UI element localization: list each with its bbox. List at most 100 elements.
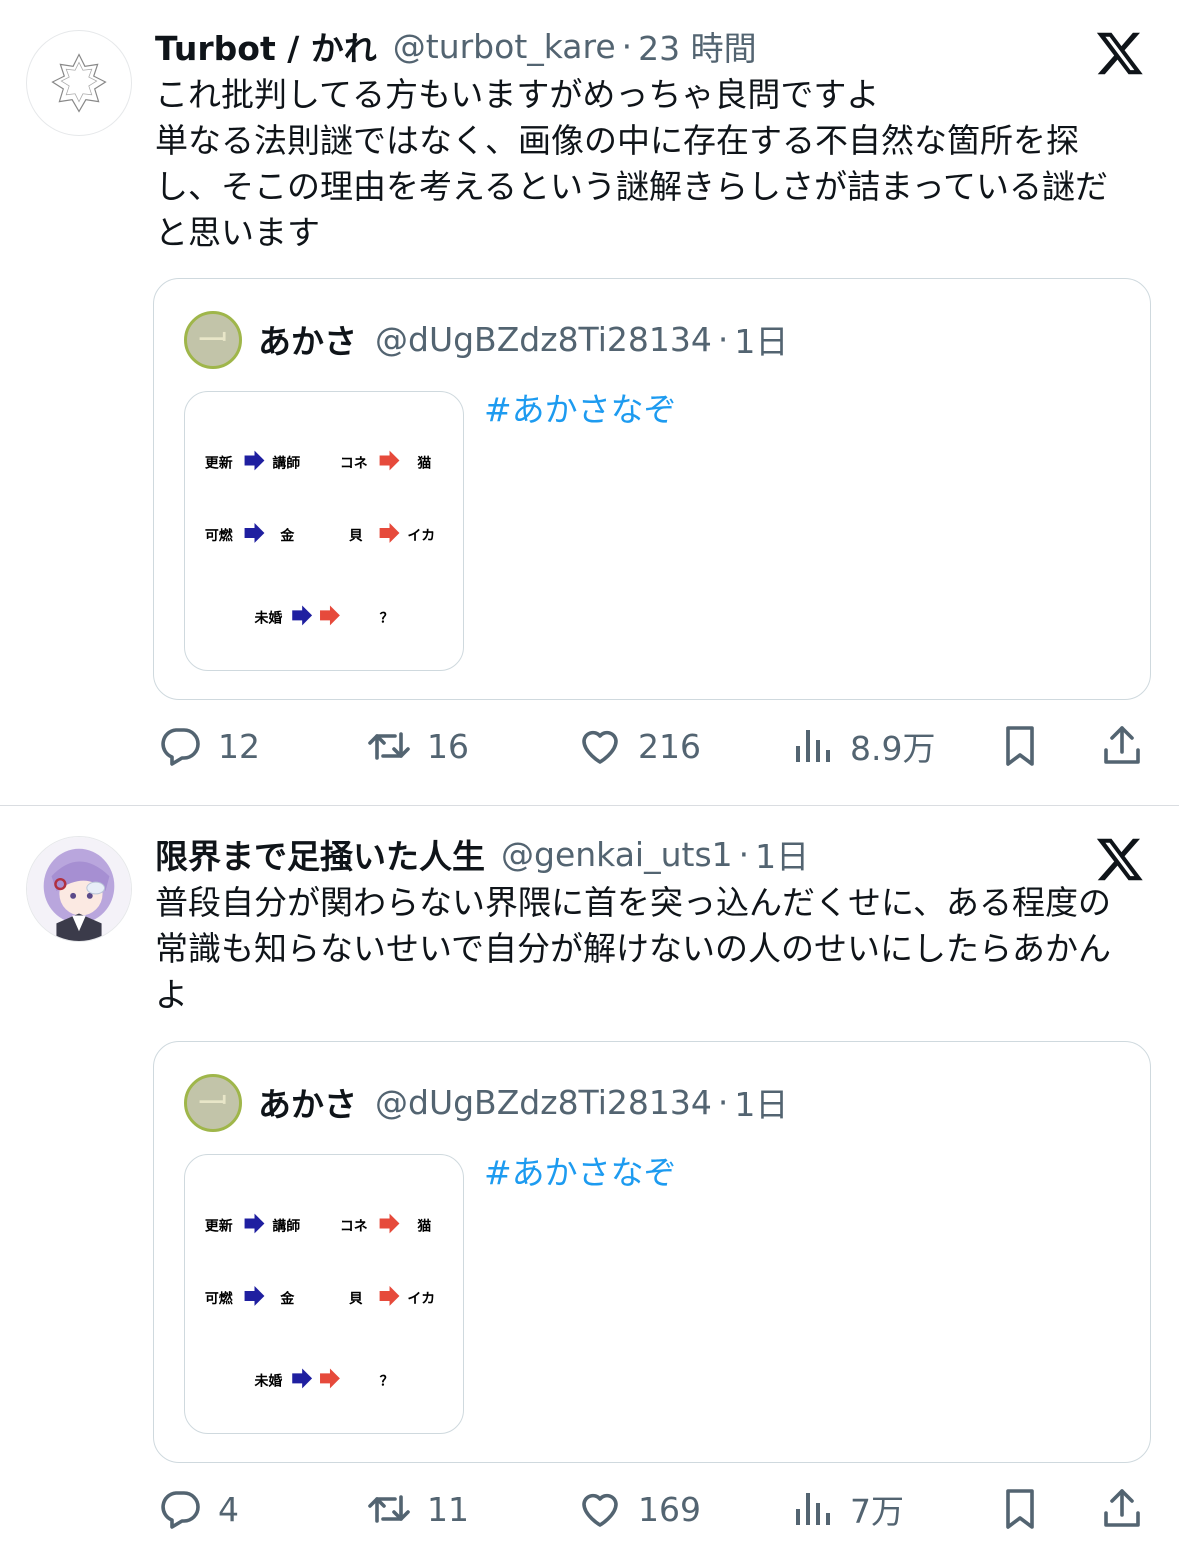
quoted-author-avatar[interactable] bbox=[184, 311, 242, 369]
puzzle-word: 未婚 bbox=[255, 609, 283, 626]
blue-arrow-icon bbox=[244, 1213, 265, 1234]
puzzle-word: 金 bbox=[279, 527, 294, 544]
red-arrow-icon bbox=[320, 1368, 340, 1389]
repost-count: 16 bbox=[427, 726, 469, 766]
reply-count: 12 bbox=[218, 726, 260, 766]
quoted-handle[interactable]: @dUgBZdz8Ti28134 bbox=[375, 1083, 712, 1122]
like-count: 169 bbox=[638, 1489, 701, 1529]
action-bar: 12 16 216 8.9万 bbox=[0, 716, 1179, 776]
koch-snowflake-icon bbox=[51, 53, 107, 113]
views-chart-icon bbox=[796, 730, 830, 762]
quoted-display-name[interactable]: あかさ bbox=[258, 1078, 357, 1126]
anime-girl-avatar-icon bbox=[27, 837, 131, 941]
puzzle-word: 貝 bbox=[349, 1291, 363, 1307]
quoted-header: あかさ @dUgBZdz8Ti28134 · 1日 bbox=[258, 1078, 789, 1126]
hashtag-link[interactable]: #あかさなぞ bbox=[484, 383, 677, 431]
puzzle-word: ？ bbox=[380, 610, 394, 626]
repost-icon bbox=[368, 732, 410, 760]
puzzle-image[interactable]: 更新 講師 コネ 猫 可燃 金 貝 イカ 未婚 ？ bbox=[184, 391, 464, 671]
tweet-text: これ批判してる方もいますがめっちゃ良問ですよ 単なる法則謎ではなく、画像の中に存… bbox=[155, 72, 1145, 256]
share-icon bbox=[1104, 726, 1140, 764]
repost-count: 11 bbox=[427, 1489, 469, 1529]
quoted-header: あかさ @dUgBZdz8Ti28134 · 1日 bbox=[258, 315, 789, 363]
like-button[interactable]: 169 bbox=[576, 1479, 701, 1539]
like-count: 216 bbox=[638, 726, 701, 766]
share-icon bbox=[1104, 1489, 1140, 1527]
bookmark-icon bbox=[1006, 726, 1034, 766]
quoted-handle[interactable]: @dUgBZdz8Ti28134 bbox=[375, 320, 712, 359]
puzzle-word: 可燃 bbox=[205, 527, 234, 544]
puzzle-word: 金 bbox=[279, 1290, 294, 1307]
separator-dot: · bbox=[621, 26, 633, 66]
tweet-text-line: 普段自分が関わらない界隈に首を突っ込んだくせに、ある程度の bbox=[155, 883, 1112, 922]
tweet[interactable]: Turbot / かれ @turbot_kare · 23 時間 これ批判してる… bbox=[0, 0, 1179, 805]
puzzle-word: 講師 bbox=[272, 454, 300, 471]
puzzle-word: 猫 bbox=[417, 1217, 431, 1234]
puzzle-word: 更新 bbox=[205, 1217, 233, 1234]
quoted-timestamp: 1日 bbox=[734, 322, 789, 361]
view-count: 8.9万 bbox=[850, 729, 936, 768]
like-button[interactable]: 216 bbox=[576, 716, 701, 776]
quoted-tweet[interactable]: あかさ @dUgBZdz8Ti28134 · 1日 更新 講師 コネ 猫 可燃 … bbox=[153, 1041, 1151, 1463]
quoted-display-name[interactable]: あかさ bbox=[258, 315, 357, 363]
user-handle[interactable]: @turbot_kare bbox=[393, 27, 616, 66]
views-button[interactable]: 8.9万 bbox=[788, 716, 935, 776]
bookmark-icon bbox=[1006, 1489, 1034, 1529]
tweet-header: 限界まで足掻いた人生 @genkai_uts1 · 1日 bbox=[155, 830, 809, 878]
tweet-text-line: これ批判してる方もいますがめっちゃ良問ですよ bbox=[155, 75, 880, 114]
puzzle-word: 更新 bbox=[205, 454, 233, 471]
reply-button[interactable]: 12 bbox=[156, 716, 260, 776]
timestamp[interactable]: 23 時間 bbox=[638, 22, 756, 70]
tweet-text-line: と思います bbox=[155, 213, 320, 252]
puzzle-word: ？ bbox=[380, 1373, 394, 1389]
puzzle-word: コネ bbox=[340, 455, 368, 471]
views-button[interactable]: 7万 bbox=[788, 1479, 904, 1539]
bookmark-button[interactable] bbox=[996, 1479, 1044, 1539]
red-arrow-icon bbox=[379, 1213, 400, 1234]
puzzle-image[interactable]: 更新 講師 コネ 猫 可燃 金 貝 イカ 未婚 ？ bbox=[184, 1154, 464, 1434]
reply-button[interactable]: 4 bbox=[156, 1479, 239, 1539]
reply-count: 4 bbox=[218, 1489, 239, 1529]
tweet-text: 普段自分が関わらない界隈に首を突っ込んだくせに、ある程度の 常識も知らないせいで… bbox=[155, 880, 1145, 1018]
puzzle-word: 猫 bbox=[417, 454, 431, 471]
puzzle-word: 貝 bbox=[349, 528, 363, 544]
red-arrow-icon bbox=[320, 605, 340, 626]
red-arrow-icon bbox=[379, 1286, 400, 1306]
hashtag-link[interactable]: #あかさなぞ bbox=[484, 1146, 677, 1194]
reply-icon bbox=[161, 728, 200, 766]
display-name[interactable]: Turbot / かれ bbox=[155, 22, 377, 70]
puzzle-word: 未婚 bbox=[255, 1372, 283, 1389]
separator-dot: · bbox=[738, 834, 750, 874]
quoted-tweet[interactable]: あかさ @dUgBZdz8Ti28134 · 1日 更新 講師 コネ 猫 可燃 … bbox=[153, 278, 1151, 700]
author-avatar[interactable] bbox=[26, 836, 132, 942]
red-arrow-icon bbox=[379, 450, 400, 471]
repost-button[interactable]: 11 bbox=[365, 1479, 469, 1539]
timestamp[interactable]: 1日 bbox=[755, 830, 809, 878]
blue-arrow-icon bbox=[244, 1286, 265, 1306]
author-avatar[interactable] bbox=[26, 30, 132, 136]
repost-button[interactable]: 16 bbox=[365, 716, 469, 776]
puzzle-word: イカ bbox=[407, 528, 435, 544]
blue-arrow-icon bbox=[292, 605, 313, 626]
x-logo-icon bbox=[1095, 28, 1145, 78]
blue-arrow-icon bbox=[244, 450, 265, 471]
tweet-text-line: 常識も知らないせいで自分が解けないの人のせいにしたらあかん bbox=[155, 929, 1112, 968]
puzzle-word: コネ bbox=[340, 1218, 368, 1234]
puzzle-word: 可燃 bbox=[205, 1290, 234, 1307]
heart-icon bbox=[582, 730, 618, 764]
quoted-timestamp: 1日 bbox=[734, 1085, 789, 1124]
views-chart-icon bbox=[796, 1493, 830, 1525]
separator-dot: · bbox=[717, 319, 729, 359]
repost-icon bbox=[368, 1495, 410, 1523]
bookmark-button[interactable] bbox=[996, 716, 1044, 776]
user-handle[interactable]: @genkai_uts1 bbox=[501, 835, 733, 874]
puzzle-word: 講師 bbox=[272, 1217, 300, 1234]
tweet-header: Turbot / かれ @turbot_kare · 23 時間 bbox=[155, 22, 757, 70]
share-button[interactable] bbox=[1098, 716, 1146, 776]
display-name[interactable]: 限界まで足掻いた人生 bbox=[155, 830, 485, 878]
tweet[interactable]: 限界まで足掻いた人生 @genkai_uts1 · 1日 普段自分が関わらない界… bbox=[0, 806, 1179, 1567]
separator-dot: · bbox=[717, 1082, 729, 1122]
share-button[interactable] bbox=[1098, 1479, 1146, 1539]
quoted-author-avatar[interactable] bbox=[184, 1074, 242, 1132]
reply-icon bbox=[161, 1491, 200, 1529]
